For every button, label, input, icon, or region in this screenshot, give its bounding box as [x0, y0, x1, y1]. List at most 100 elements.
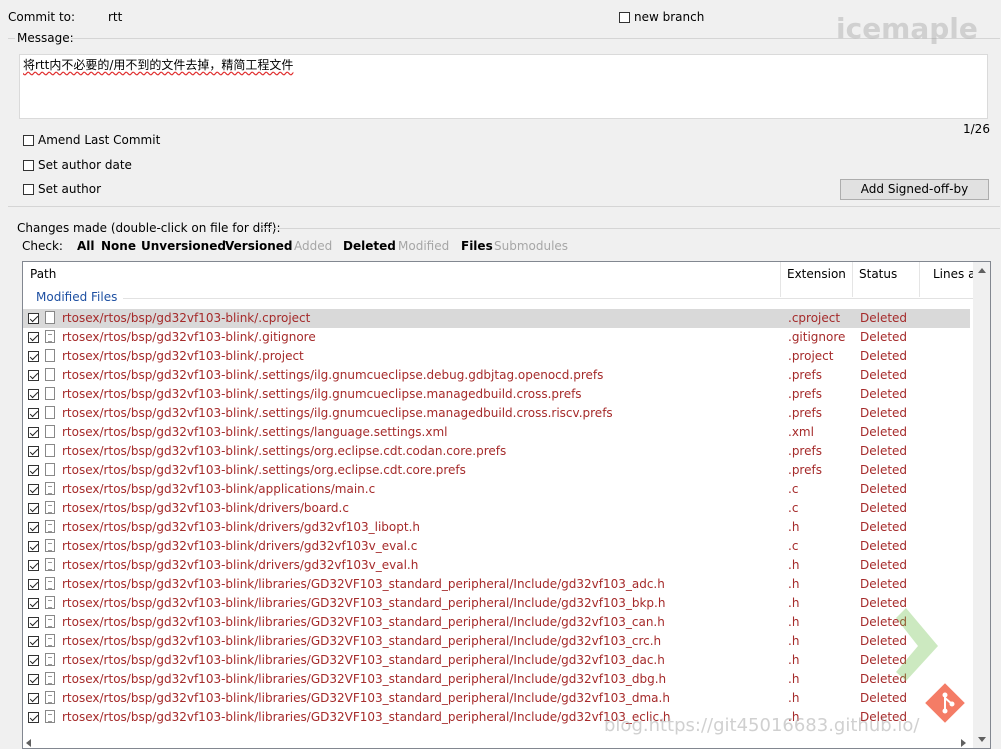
- table-row[interactable]: rtosex/rtos/bsp/gd32vf103-blink/drivers/…: [23, 499, 970, 518]
- table-row[interactable]: rtosex/rtos/bsp/gd32vf103-blink/.setting…: [23, 385, 970, 404]
- table-row[interactable]: rtosex/rtos/bsp/gd32vf103-blink/drivers/…: [23, 537, 970, 556]
- text-file-icon: [45, 577, 55, 590]
- table-row[interactable]: rtosex/rtos/bsp/gd32vf103-blink/.setting…: [23, 423, 970, 442]
- row-checkbox[interactable]: [28, 522, 39, 533]
- author-date-checkbox[interactable]: [23, 160, 34, 171]
- row-status: Deleted: [860, 406, 908, 420]
- row-status: Deleted: [860, 330, 908, 344]
- row-path: rtosex/rtos/bsp/gd32vf103-blink/librarie…: [62, 634, 662, 648]
- row-checkbox[interactable]: [28, 408, 39, 419]
- table-row[interactable]: rtosex/rtos/bsp/gd32vf103-blink/drivers/…: [23, 556, 970, 575]
- row-checkbox[interactable]: [28, 370, 39, 381]
- filter-files[interactable]: Files: [461, 239, 493, 253]
- row-checkbox[interactable]: [28, 332, 39, 343]
- table-row[interactable]: rtosex/rtos/bsp/gd32vf103-blink/.setting…: [23, 461, 970, 480]
- table-row[interactable]: rtosex/rtos/bsp/gd32vf103-blink/drivers/…: [23, 518, 970, 537]
- table-row[interactable]: rtosex/rtos/bsp/gd32vf103-blink/librarie…: [23, 632, 970, 651]
- table-row[interactable]: rtosex/rtos/bsp/gd32vf103-blink/librarie…: [23, 651, 970, 670]
- row-checkbox[interactable]: [28, 693, 39, 704]
- message-textbox[interactable]: 将rtt内不必要的/用不到的文件去掉，精简工程文件: [19, 54, 988, 119]
- row-checkbox[interactable]: [28, 579, 39, 590]
- message-text[interactable]: 将rtt内不必要的/用不到的文件去掉，精简工程文件: [23, 56, 293, 73]
- row-checkbox[interactable]: [28, 484, 39, 495]
- row-path: rtosex/rtos/bsp/gd32vf103-blink/.project: [62, 349, 304, 363]
- row-path: rtosex/rtos/bsp/gd32vf103-blink/librarie…: [62, 596, 666, 610]
- row-path: rtosex/rtos/bsp/gd32vf103-blink/librarie…: [62, 615, 665, 629]
- filter-added: Added: [294, 239, 333, 253]
- row-path: rtosex/rtos/bsp/gd32vf103-blink/.setting…: [62, 444, 507, 458]
- signed-off-button[interactable]: Add Signed-off-by: [840, 179, 989, 200]
- filter-all[interactable]: All: [77, 239, 95, 253]
- table-row[interactable]: rtosex/rtos/bsp/gd32vf103-blink/.project…: [23, 347, 970, 366]
- row-path: rtosex/rtos/bsp/gd32vf103-blink/drivers/…: [62, 539, 418, 553]
- row-checkbox[interactable]: [28, 503, 39, 514]
- row-checkbox[interactable]: [28, 541, 39, 552]
- row-path: rtosex/rtos/bsp/gd32vf103-blink/.cprojec…: [62, 311, 311, 325]
- row-status: Deleted: [860, 463, 908, 477]
- column-path[interactable]: Path: [30, 267, 56, 281]
- row-extension: .c: [788, 539, 799, 553]
- table-row[interactable]: rtosex/rtos/bsp/gd32vf103-blink/librarie…: [23, 670, 970, 689]
- column-lines[interactable]: Lines a: [933, 267, 975, 281]
- table-row[interactable]: rtosex/rtos/bsp/gd32vf103-blink/.gitigno…: [23, 328, 970, 347]
- row-checkbox[interactable]: [28, 427, 39, 438]
- table-row[interactable]: rtosex/rtos/bsp/gd32vf103-blink/applicat…: [23, 480, 970, 499]
- filter-none[interactable]: None: [101, 239, 136, 253]
- file-icon: [45, 425, 55, 438]
- new-branch-checkbox[interactable]: [619, 12, 630, 23]
- row-checkbox[interactable]: [28, 389, 39, 400]
- column-status[interactable]: Status: [859, 267, 897, 281]
- row-path: rtosex/rtos/bsp/gd32vf103-blink/librarie…: [62, 577, 665, 591]
- filter-deleted[interactable]: Deleted: [343, 239, 396, 253]
- row-status: Deleted: [860, 558, 908, 572]
- row-checkbox[interactable]: [28, 674, 39, 685]
- row-extension: .c: [788, 501, 799, 515]
- scroll-right-icon[interactable]: [961, 739, 966, 747]
- row-status: Deleted: [860, 482, 908, 496]
- file-icon: [45, 311, 55, 324]
- row-checkbox[interactable]: [28, 313, 39, 324]
- filter-versioned[interactable]: Versioned: [225, 239, 292, 253]
- table-row[interactable]: rtosex/rtos/bsp/gd32vf103-blink/.cprojec…: [23, 309, 970, 328]
- column-extension[interactable]: Extension: [787, 267, 846, 281]
- table-row[interactable]: rtosex/rtos/bsp/gd32vf103-blink/librarie…: [23, 594, 970, 613]
- row-extension: .xml: [788, 425, 814, 439]
- row-checkbox[interactable]: [28, 655, 39, 666]
- vertical-scrollbar[interactable]: [973, 262, 990, 748]
- filter-unversioned[interactable]: Unversioned: [141, 239, 226, 253]
- row-checkbox[interactable]: [28, 598, 39, 609]
- row-checkbox[interactable]: [28, 636, 39, 647]
- row-checkbox[interactable]: [28, 351, 39, 362]
- amend-checkbox[interactable]: [23, 135, 34, 146]
- scroll-up-icon[interactable]: [978, 268, 986, 273]
- row-status: Deleted: [860, 520, 908, 534]
- text-file-icon: [45, 539, 55, 552]
- text-file-icon: [45, 558, 55, 571]
- table-row[interactable]: rtosex/rtos/bsp/gd32vf103-blink/librarie…: [23, 613, 970, 632]
- row-extension: .c: [788, 482, 799, 496]
- table-row[interactable]: rtosex/rtos/bsp/gd32vf103-blink/librarie…: [23, 575, 970, 594]
- row-checkbox[interactable]: [28, 446, 39, 457]
- row-extension: .h: [788, 634, 800, 648]
- scroll-left-icon[interactable]: [26, 739, 31, 747]
- row-checkbox[interactable]: [28, 617, 39, 628]
- changes-list[interactable]: Path Extension Status Lines a Modified F…: [22, 261, 991, 749]
- text-file-icon: [45, 653, 55, 666]
- row-path: rtosex/rtos/bsp/gd32vf103-blink/.setting…: [62, 387, 582, 401]
- table-row[interactable]: rtosex/rtos/bsp/gd32vf103-blink/.setting…: [23, 404, 970, 423]
- table-row[interactable]: rtosex/rtos/bsp/gd32vf103-blink/librarie…: [23, 689, 970, 708]
- text-file-icon: [45, 596, 55, 609]
- table-row[interactable]: rtosex/rtos/bsp/gd32vf103-blink/.setting…: [23, 366, 970, 385]
- file-icon: [45, 406, 55, 419]
- row-extension: .cproject: [788, 311, 841, 325]
- row-path: rtosex/rtos/bsp/gd32vf103-blink/.setting…: [62, 425, 448, 439]
- table-row[interactable]: rtosex/rtos/bsp/gd32vf103-blink/.setting…: [23, 442, 970, 461]
- row-checkbox[interactable]: [28, 712, 39, 723]
- row-checkbox[interactable]: [28, 560, 39, 571]
- scroll-down-icon[interactable]: [978, 737, 986, 742]
- text-file-icon: [45, 672, 55, 685]
- text-file-icon: [45, 615, 55, 628]
- row-path: rtosex/rtos/bsp/gd32vf103-blink/drivers/…: [62, 501, 349, 515]
- author-checkbox[interactable]: [23, 184, 34, 195]
- row-checkbox[interactable]: [28, 465, 39, 476]
